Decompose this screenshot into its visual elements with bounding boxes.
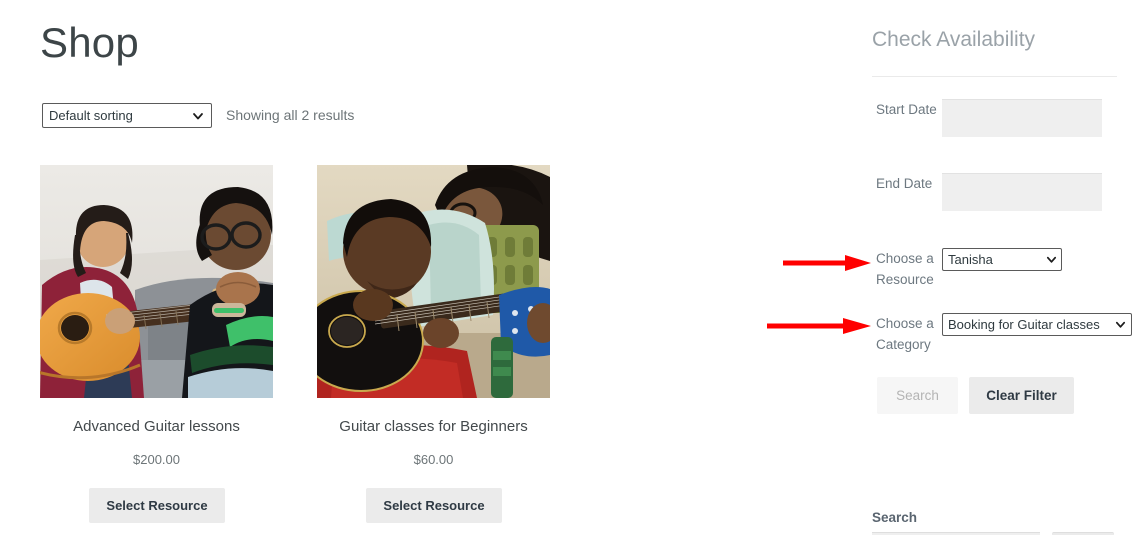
product-title[interactable]: Advanced Guitar lessons <box>40 418 273 436</box>
result-count: Showing all 2 results <box>226 107 355 123</box>
shop-toolbar: Default sorting Showing all 2 results <box>40 103 740 129</box>
product-image[interactable] <box>317 165 550 398</box>
clear-filter-button[interactable]: Clear Filter <box>969 377 1074 414</box>
start-date-row: Start Date <box>870 99 1133 155</box>
product-price: $60.00 <box>413 452 454 467</box>
choose-category-label: Choose a Category <box>876 316 934 352</box>
product-card[interactable]: Guitar classes for Beginners $60.00 Sele… <box>317 165 550 523</box>
guitar-lesson-photo-2 <box>317 165 550 398</box>
shop-main-column: Shop Default sorting Showing all 2 resul… <box>40 0 840 535</box>
choose-category-row: Choose a Category Booking for Guitar cla… <box>870 313 1133 361</box>
search-widget-title: Search <box>872 510 918 525</box>
arrow-pointing-to-resource-dropdown <box>783 255 871 271</box>
page-title: Shop <box>40 19 139 66</box>
divider <box>872 76 1117 77</box>
guitar-lesson-photo-1 <box>40 165 273 398</box>
choose-resource-row: Choose a Resource Tanisha <box>870 248 1133 296</box>
sorting-select[interactable]: Default sorting <box>42 103 212 128</box>
end-date-label: End Date <box>876 176 933 191</box>
start-date-label: Start Date <box>876 102 937 117</box>
product-price: $200.00 <box>133 452 180 467</box>
availability-search-button[interactable]: Search <box>877 377 958 414</box>
choose-category-select[interactable]: Booking for Guitar classes <box>942 313 1132 336</box>
product-card[interactable]: Advanced Guitar lessons $200.00 Select R… <box>40 165 273 523</box>
product-image[interactable] <box>40 165 273 398</box>
select-resource-button[interactable]: Select Resource <box>366 488 502 523</box>
arrow-pointing-to-category-dropdown <box>767 318 871 334</box>
sidebar: Check Availability Start Date End Date C… <box>870 0 1133 535</box>
shop-page: Shop Default sorting Showing all 2 resul… <box>0 0 1133 535</box>
choose-resource-label: Choose a Resource <box>876 251 934 287</box>
choose-resource-select[interactable]: Tanisha <box>942 248 1062 271</box>
product-title[interactable]: Guitar classes for Beginners <box>317 418 550 436</box>
end-date-row: End Date <box>870 173 1133 229</box>
select-resource-button[interactable]: Select Resource <box>89 488 225 523</box>
start-date-input[interactable] <box>942 99 1102 137</box>
check-availability-heading: Check Availability <box>872 28 1036 51</box>
end-date-input[interactable] <box>942 173 1102 211</box>
